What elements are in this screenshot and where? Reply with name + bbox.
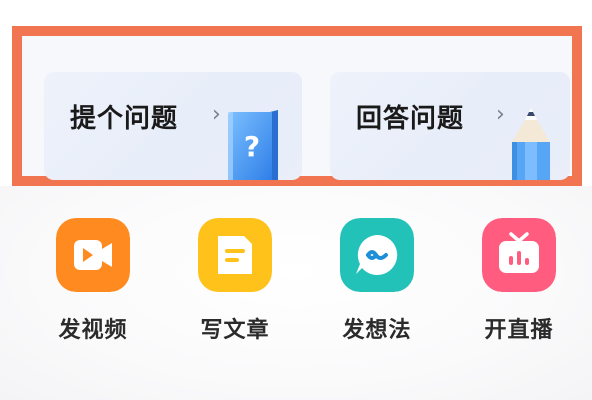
idea-chat-icon — [340, 218, 414, 292]
ask-question-card[interactable]: 提个问题 › ? — [44, 72, 302, 180]
video-camera-icon — [56, 218, 130, 292]
highlight-frame: 提个问题 › ? 回答问题 › — [12, 26, 582, 186]
start-live-button[interactable]: 开直播 — [464, 218, 574, 344]
pencil-icon — [512, 108, 550, 180]
post-video-label: 发视频 — [58, 318, 128, 343]
live-tv-icon — [482, 218, 556, 292]
question-book-icon: ? — [228, 110, 278, 180]
write-article-label: 写文章 — [200, 318, 270, 343]
post-video-button[interactable]: 发视频 — [38, 218, 148, 344]
article-icon — [198, 218, 272, 292]
start-live-label: 开直播 — [484, 318, 554, 343]
svg-text:?: ? — [244, 130, 260, 163]
write-article-button[interactable]: 写文章 — [180, 218, 290, 344]
answer-question-card[interactable]: 回答问题 › — [330, 72, 570, 180]
answer-question-title: 回答问题 — [356, 104, 465, 134]
chevron-right-icon: › — [496, 102, 505, 127]
post-idea-label: 发想法 — [342, 318, 412, 343]
post-idea-button[interactable]: 发想法 — [322, 218, 432, 344]
ask-question-title: 提个问题 — [70, 104, 179, 134]
